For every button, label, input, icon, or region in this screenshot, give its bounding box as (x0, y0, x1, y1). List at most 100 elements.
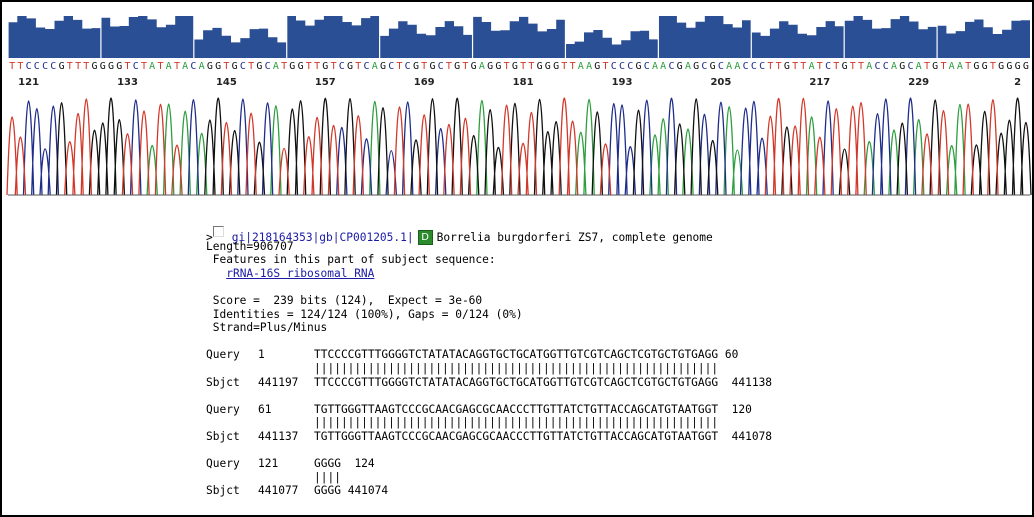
subject-start: 441077 (258, 484, 299, 498)
base-call: C (438, 61, 444, 72)
subject-row: Sbjct 441197 TTCCCCGTTTGGGGTCTATATACAGGTGC… (206, 376, 966, 390)
base-call: G (100, 61, 106, 72)
base-call: A (734, 61, 740, 72)
position-label: 217 (809, 77, 830, 88)
quality-segment (7, 14, 101, 58)
quality-segment (100, 14, 194, 58)
quality-bar (100, 16, 194, 58)
base-call: G (973, 61, 979, 72)
query-start: 1 (258, 348, 265, 362)
base-call: T (965, 61, 971, 72)
quality-bar (844, 16, 938, 58)
base-call: G (215, 61, 221, 72)
base-call: T (858, 61, 864, 72)
features-line: Features in this part of subject sequenc… (206, 253, 496, 267)
base-call: C (627, 61, 633, 72)
match-bars: |||| (314, 470, 341, 484)
base-call: G (842, 61, 848, 72)
base-call: G (116, 61, 122, 72)
base-call: G (1006, 61, 1012, 72)
base-call: T (355, 61, 361, 72)
base-call: T (67, 61, 73, 72)
subject-end: 441074 (347, 484, 389, 498)
download-badge[interactable]: D (417, 230, 433, 245)
subject-end: 441138 (731, 375, 773, 389)
base-call: T (124, 61, 130, 72)
feature-link[interactable]: rRNA-16S ribosomal RNA (226, 267, 374, 280)
match-bars: ||||||||||||||||||||||||||||||||||||||||… (314, 416, 719, 430)
base-call: T (421, 61, 427, 72)
base-call: G (1015, 61, 1021, 72)
quality-bar (193, 27, 287, 58)
base-call: T (314, 61, 320, 72)
query-sequence: TGTTGGGTTAAGTCCCGCAACGAGCGCAACCCTTGTTATC… (314, 402, 719, 416)
base-call: T (850, 61, 856, 72)
query-end: 60 (724, 348, 739, 362)
base-call: T (817, 61, 823, 72)
base-call: A (149, 61, 155, 72)
base-call: A (586, 61, 592, 72)
base-call: C (133, 61, 139, 72)
quality-segment (286, 14, 380, 58)
subject-row: Sbjct 441077 GGGG 441074 (206, 484, 966, 498)
base-call: C (701, 61, 707, 72)
base-call: T (281, 61, 287, 72)
position-label: 205 (710, 77, 731, 88)
subject-sequence: GGGG (314, 484, 341, 498)
subject-end: 441078 (731, 429, 773, 443)
base-call: G (677, 61, 683, 72)
base-call: C (759, 61, 765, 72)
base-call: C (883, 61, 889, 72)
base-call: G (256, 61, 262, 72)
base-call: T (504, 61, 510, 72)
base-call: C (265, 61, 271, 72)
base-call: C (668, 61, 674, 72)
base-call: C (34, 61, 40, 72)
base-call: T (520, 61, 526, 72)
query-label: Query (206, 402, 240, 416)
base-call: T (990, 61, 996, 72)
base-call: A (685, 61, 691, 72)
base-call: G (471, 61, 477, 72)
quality-segment (379, 14, 473, 59)
base-call: G (108, 61, 114, 72)
base-call: G (899, 61, 905, 72)
base-call: T (223, 61, 229, 72)
position-label: 2 (1014, 77, 1021, 88)
base-call: G (413, 61, 419, 72)
base-call: G (487, 61, 493, 72)
subject-sequence: TGTTGGGTTAAGTCCCGCAACGAGCGCAACCCTTGTTATC… (314, 429, 719, 443)
base-call: C (388, 61, 394, 72)
base-call: A (199, 61, 205, 72)
position-label: 157 (315, 77, 336, 88)
base-call: A (166, 61, 172, 72)
base-call: A (182, 61, 188, 72)
position-label: 169 (414, 77, 435, 88)
base-call: T (174, 61, 180, 72)
base-call: G (635, 61, 641, 72)
base-call: T (800, 61, 806, 72)
subject-start: 441137 (258, 429, 299, 443)
base-call: T (462, 61, 468, 72)
base-call: G (232, 61, 238, 72)
position-label: 133 (117, 77, 138, 88)
subject-sequence: TTCCCCGTTTGGGGTCTATATACAGGTGCTGCATGGTTGT… (314, 375, 719, 389)
base-call: G (495, 61, 501, 72)
identities-line: Identities = 124/124 (100%), Gaps = 0/12… (206, 307, 523, 321)
base-call: T (528, 61, 534, 72)
quality-segment (193, 14, 287, 58)
base-call: G (429, 61, 435, 72)
base-call: C (619, 61, 625, 72)
quality-segment (936, 14, 1030, 58)
base-call: A (578, 61, 584, 72)
quality-bar (937, 19, 1030, 58)
base-call: A (652, 61, 658, 72)
select-hit-checkbox[interactable] (212, 226, 224, 237)
base-call: C (751, 61, 757, 72)
base-call: C (405, 61, 411, 72)
base-call: A (660, 61, 666, 72)
quality-bar (286, 16, 380, 58)
match-row: ||||||||||||||||||||||||||||||||||||||||… (206, 416, 966, 430)
